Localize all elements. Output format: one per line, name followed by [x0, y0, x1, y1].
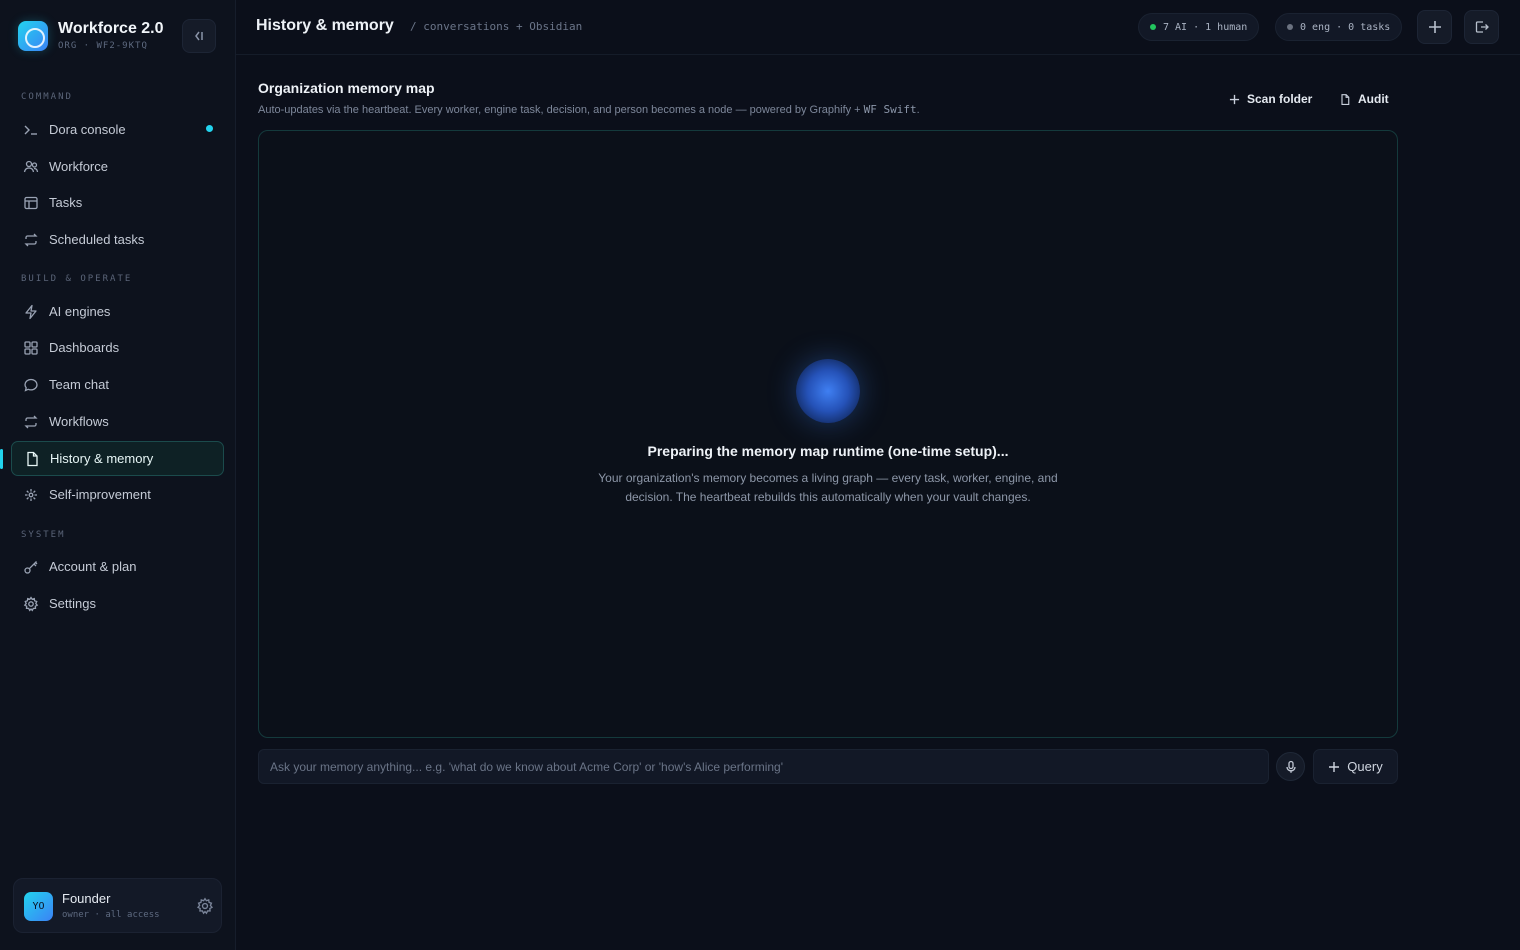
new-button[interactable] — [1417, 10, 1452, 44]
table-icon — [23, 195, 39, 211]
status-dot-idle — [1287, 24, 1293, 30]
sidebar-item-label: Tasks — [49, 195, 83, 210]
scan-folder-button[interactable]: Scan folder — [1229, 89, 1312, 109]
memory-map-description: Auto-updates via the heartbeat. Every wo… — [258, 103, 920, 116]
sidebar-item-label: Scheduled tasks — [49, 232, 145, 247]
sidebar-item-team-chat[interactable]: Team chat — [11, 367, 224, 402]
plus-icon — [1428, 21, 1441, 33]
description-code: WF Swift — [863, 103, 917, 116]
workers-status-badge: 7 AI · 1 human — [1138, 13, 1260, 41]
gear-icon — [23, 595, 39, 612]
sidebar-item-workflows[interactable]: Workflows — [11, 404, 224, 439]
sidebar-item-label: Settings — [49, 596, 96, 611]
live-status-dot — [206, 125, 213, 132]
repeat-icon — [23, 232, 39, 248]
terminal-icon — [23, 122, 39, 138]
user-card[interactable]: YO Founder owner · all access — [13, 878, 222, 933]
query-label: Query — [1347, 759, 1383, 774]
key-icon — [23, 559, 39, 575]
collapse-sidebar-button[interactable] — [182, 19, 216, 53]
sidebar: Workforce 2.0 ORG · WF2-9KTQ COMMAND Dor… — [0, 0, 236, 950]
repeat-icon — [23, 414, 39, 430]
active-indicator — [0, 449, 3, 469]
sidebar-item-label: Team chat — [49, 377, 109, 392]
sidebar-item-label: AI engines — [49, 304, 111, 319]
user-name: Founder — [62, 891, 111, 906]
file-icon — [24, 451, 40, 467]
section-label-command: COMMAND — [21, 92, 73, 102]
section-label-build-operate: BUILD & OPERATE — [21, 274, 133, 284]
plus-icon — [1328, 761, 1340, 773]
breadcrumb: / conversations + Obsidian — [410, 20, 583, 33]
workers-status-text: 7 AI · 1 human — [1163, 21, 1248, 33]
bolt-icon — [23, 304, 39, 320]
description-end: . — [916, 104, 920, 116]
app-name: Workforce 2.0 — [58, 20, 164, 37]
sign-out-icon — [1475, 21, 1489, 33]
sparkle-icon — [23, 487, 39, 503]
sidebar-item-account-plan[interactable]: Account & plan — [11, 549, 224, 584]
file-icon — [1339, 93, 1351, 106]
engines-status-text: 0 eng · 0 tasks — [1300, 21, 1391, 33]
users-icon — [23, 159, 39, 175]
sidebar-item-label: Dora console — [49, 122, 126, 137]
sidebar-item-label: History & memory — [50, 451, 154, 466]
org-id: ORG · WF2-9KTQ — [58, 41, 148, 51]
sign-out-button[interactable] — [1464, 10, 1499, 44]
app-logo-icon — [18, 21, 48, 51]
chat-icon — [23, 377, 39, 393]
user-role: owner · all access — [62, 910, 160, 920]
sidebar-item-self-improvement[interactable]: Self-improvement — [11, 477, 224, 512]
preparing-title: Preparing the memory map runtime (one-ti… — [647, 443, 1009, 459]
collapse-icon — [195, 31, 203, 41]
sidebar-item-label: Dashboards — [49, 340, 120, 355]
query-button[interactable]: Query — [1313, 749, 1398, 784]
description-text: Auto-updates via the heartbeat. Every wo… — [258, 104, 864, 116]
microphone-button[interactable] — [1276, 752, 1305, 781]
sidebar-item-workforce[interactable]: Workforce — [11, 149, 224, 184]
plus-icon — [1229, 94, 1240, 105]
audit-label: Audit — [1358, 92, 1389, 106]
audit-button[interactable]: Audit — [1339, 89, 1389, 109]
sidebar-item-dora-console[interactable]: Dora console — [11, 112, 224, 147]
sidebar-item-label: Workflows — [49, 414, 109, 429]
sidebar-item-ai-engines[interactable]: AI engines — [11, 294, 224, 329]
microphone-icon — [1285, 760, 1296, 773]
sidebar-item-tasks[interactable]: Tasks — [11, 185, 224, 220]
user-settings-gear-icon[interactable] — [196, 897, 214, 915]
preparing-description: Your organization's memory becomes a liv… — [598, 471, 1058, 504]
sidebar-item-settings[interactable]: Settings — [11, 586, 224, 621]
sidebar-item-history-memory[interactable]: History & memory — [11, 441, 224, 476]
memory-query-input[interactable] — [258, 749, 1269, 784]
status-dot-online — [1150, 24, 1156, 30]
page-title: History & memory — [256, 17, 394, 34]
scan-folder-label: Scan folder — [1247, 92, 1313, 106]
top-header: History & memory / conversations + Obsid… — [236, 0, 1520, 55]
grid-icon — [23, 340, 39, 356]
sidebar-item-label: Self-improvement — [49, 487, 151, 502]
sidebar-item-scheduled-tasks[interactable]: Scheduled tasks — [11, 222, 224, 257]
sidebar-item-label: Workforce — [49, 159, 108, 174]
sidebar-item-dashboards[interactable]: Dashboards — [11, 330, 224, 365]
engines-status-badge: 0 eng · 0 tasks — [1275, 13, 1403, 41]
loading-orb — [796, 359, 860, 423]
memory-map-canvas[interactable]: Preparing the memory map runtime (one-ti… — [258, 130, 1398, 738]
avatar: YO — [24, 892, 53, 921]
section-label-system: SYSTEM — [21, 530, 66, 540]
memory-map-title: Organization memory map — [258, 80, 435, 96]
sidebar-item-label: Account & plan — [49, 559, 137, 574]
